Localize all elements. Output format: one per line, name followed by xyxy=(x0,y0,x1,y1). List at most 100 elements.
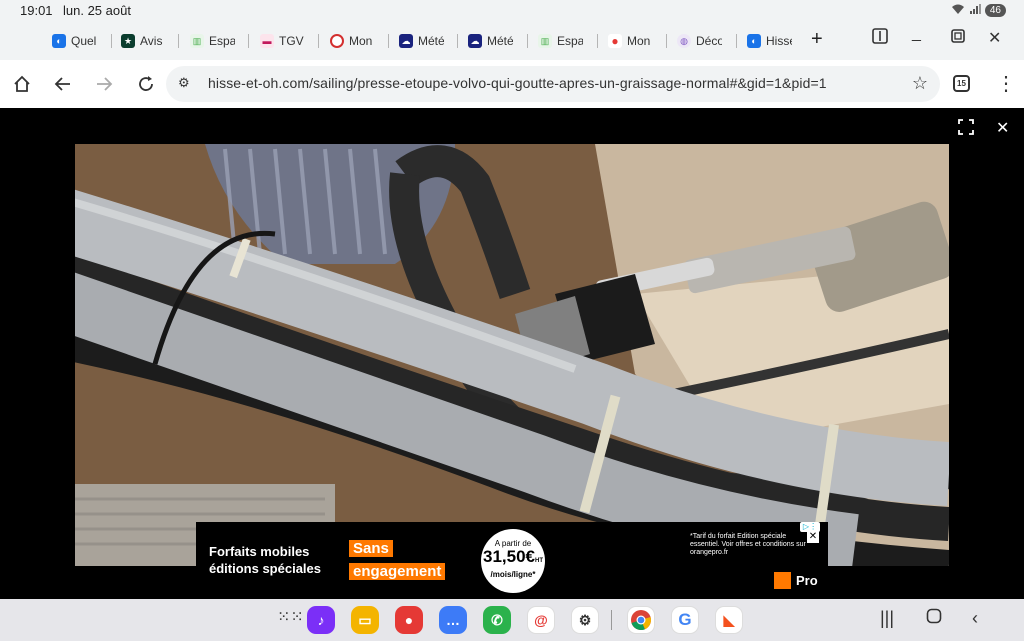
tab-8[interactable]: ● Mon xyxy=(608,31,653,51)
bookmark-star-icon[interactable]: ☆ xyxy=(912,73,928,94)
ad-title: Forfaits mobiles xyxy=(209,544,310,559)
star-icon: ★ xyxy=(121,34,135,48)
orange-pro-logo: Pro xyxy=(774,572,818,589)
tab-divider xyxy=(318,34,319,48)
tab-divider xyxy=(597,34,598,48)
circle-icon xyxy=(330,34,344,48)
fullscreen-icon[interactable] xyxy=(957,118,975,141)
tab-divider xyxy=(736,34,737,48)
files-app-icon[interactable]: ▭ xyxy=(351,606,379,634)
gallery-photo xyxy=(75,144,949,566)
ad-brand-label: Pro xyxy=(796,573,818,588)
new-tab-button[interactable]: + xyxy=(811,28,823,51)
tab-label: Espa xyxy=(209,34,235,48)
dock-divider xyxy=(611,610,612,630)
date: lun. 25 août xyxy=(63,3,131,18)
ad-pill-sans: Sans xyxy=(349,540,393,557)
tab-label: Météo xyxy=(487,34,513,48)
minimize-icon[interactable]: _ xyxy=(912,25,921,43)
wifi-icon xyxy=(951,3,965,18)
settings-app-icon[interactable]: ⚙ xyxy=(571,606,599,634)
tab-label: Mon xyxy=(349,34,373,48)
close-icon[interactable]: ✕ xyxy=(996,118,1009,138)
tab-divider xyxy=(111,34,112,48)
messages-app-icon[interactable]: … xyxy=(439,606,467,634)
menu-icon[interactable]: ⋮ xyxy=(996,71,1016,96)
home-icon[interactable] xyxy=(10,72,34,96)
train-icon: ▬ xyxy=(260,34,274,48)
google-app-icon[interactable]: G xyxy=(671,606,699,634)
tab-9[interactable]: ◍ Déco xyxy=(677,31,722,51)
app-drawer-icon[interactable]: ⁙⁙ xyxy=(277,607,304,627)
tab-2[interactable]: ▥ Espa xyxy=(190,31,235,51)
taskbar: ⁙⁙ ♪ ▭ ● … ✆ @ ⚙ G ◣ ||| ‹ xyxy=(0,599,1024,641)
system-indicators: 46 xyxy=(951,3,1006,18)
weather-icon: ☁ xyxy=(468,34,482,48)
forward-icon[interactable] xyxy=(92,72,116,96)
tab-label: Quel xyxy=(71,34,97,48)
globe-icon: ◍ xyxy=(677,34,691,48)
status-bar: 19:01 lun. 25 août 46 xyxy=(0,0,1024,22)
tab-label: Météo xyxy=(418,34,444,48)
chrome-app-icon[interactable] xyxy=(627,606,655,634)
notes-app-icon[interactable]: ◣ xyxy=(715,606,743,634)
tab-divider xyxy=(248,34,249,48)
tab-1[interactable]: ★ Avis xyxy=(121,31,166,51)
restore-window-icon[interactable] xyxy=(950,28,966,49)
tab-3[interactable]: ▬ TGV xyxy=(260,31,305,51)
tab-divider xyxy=(666,34,667,48)
hisse-icon: ◐ xyxy=(747,34,761,48)
tab-10-active[interactable]: ◐ Hisse xyxy=(747,31,792,51)
back-icon[interactable] xyxy=(51,72,75,96)
ad-price: 31,50€ xyxy=(483,547,535,566)
ad-fine-print: *Tarif du forfait Edition spéciale essen… xyxy=(690,533,806,556)
ad-subtitle: éditions spéciales xyxy=(209,561,321,576)
tab-4[interactable]: Mon xyxy=(330,31,375,51)
reload-icon[interactable] xyxy=(134,72,158,96)
email-app-icon[interactable]: @ xyxy=(527,606,555,634)
ad-close-icon[interactable]: ✕ xyxy=(807,531,819,543)
ad-pill-engagement: engagement xyxy=(349,563,446,580)
split-view-icon[interactable] xyxy=(872,28,888,49)
tab-label: TGV xyxy=(279,34,304,48)
tab-label: Hisse xyxy=(766,34,792,48)
ad-price-badge: A partir de 31,50€HT /mois/ligne* xyxy=(481,529,545,593)
tab-divider xyxy=(388,34,389,48)
bars-icon: ▥ xyxy=(538,34,552,48)
music-app-icon[interactable]: ♪ xyxy=(307,606,335,634)
tab-count-button[interactable]: 15 xyxy=(953,75,970,92)
signal-icon xyxy=(969,3,981,18)
tab-label: Espa xyxy=(557,34,583,48)
hisse-icon: ◐ xyxy=(52,34,66,48)
browser-toolbar: ⚙ hisse-et-oh.com/sailing/presse-etoupe-… xyxy=(0,60,1024,108)
clock: 19:01 xyxy=(20,3,53,18)
photo-illustration xyxy=(75,144,949,566)
bars-icon: ▥ xyxy=(190,34,204,48)
contacts-app-icon[interactable]: ● xyxy=(395,606,423,634)
ad-price-unit: /mois/ligne* xyxy=(490,570,536,579)
home-button-icon[interactable] xyxy=(926,608,942,629)
site-settings-icon[interactable]: ⚙ xyxy=(178,75,190,91)
image-lightbox: ✕ Forfaits mobiles éditions spéciales Sa… xyxy=(0,108,1024,599)
tab-6[interactable]: ☁ Météo xyxy=(468,31,513,51)
url-text[interactable]: hisse-et-oh.com/sailing/presse-etoupe-vo… xyxy=(208,75,827,91)
tab-7[interactable]: ▥ Espa xyxy=(538,31,583,51)
dot-icon: ● xyxy=(608,34,622,48)
recent-apps-icon[interactable]: ||| xyxy=(880,608,894,629)
tab-divider xyxy=(178,34,179,48)
tab-label: Avis xyxy=(140,34,163,48)
tab-0[interactable]: ◐ Quel xyxy=(52,31,97,51)
tab-label: Déco xyxy=(696,34,722,48)
close-window-icon[interactable]: ✕ xyxy=(988,28,1001,48)
weather-icon: ☁ xyxy=(399,34,413,48)
orange-square-icon xyxy=(774,572,791,589)
tab-label: Mon xyxy=(627,34,651,48)
tab-5[interactable]: ☁ Météo xyxy=(399,31,444,51)
address-bar[interactable]: ⚙ hisse-et-oh.com/sailing/presse-etoupe-… xyxy=(166,66,940,102)
system-back-icon[interactable]: ‹ xyxy=(972,608,978,629)
ad-banner[interactable]: Forfaits mobiles éditions spéciales Sans… xyxy=(196,522,828,599)
tab-divider xyxy=(457,34,458,48)
phone-app-icon[interactable]: ✆ xyxy=(483,606,511,634)
tab-strip: ◐ Quel ★ Avis ▥ Espa ▬ TGV Mon ☁ Météo ☁ Météo… xyxy=(0,22,1024,60)
battery-icon: 46 xyxy=(984,4,1006,17)
